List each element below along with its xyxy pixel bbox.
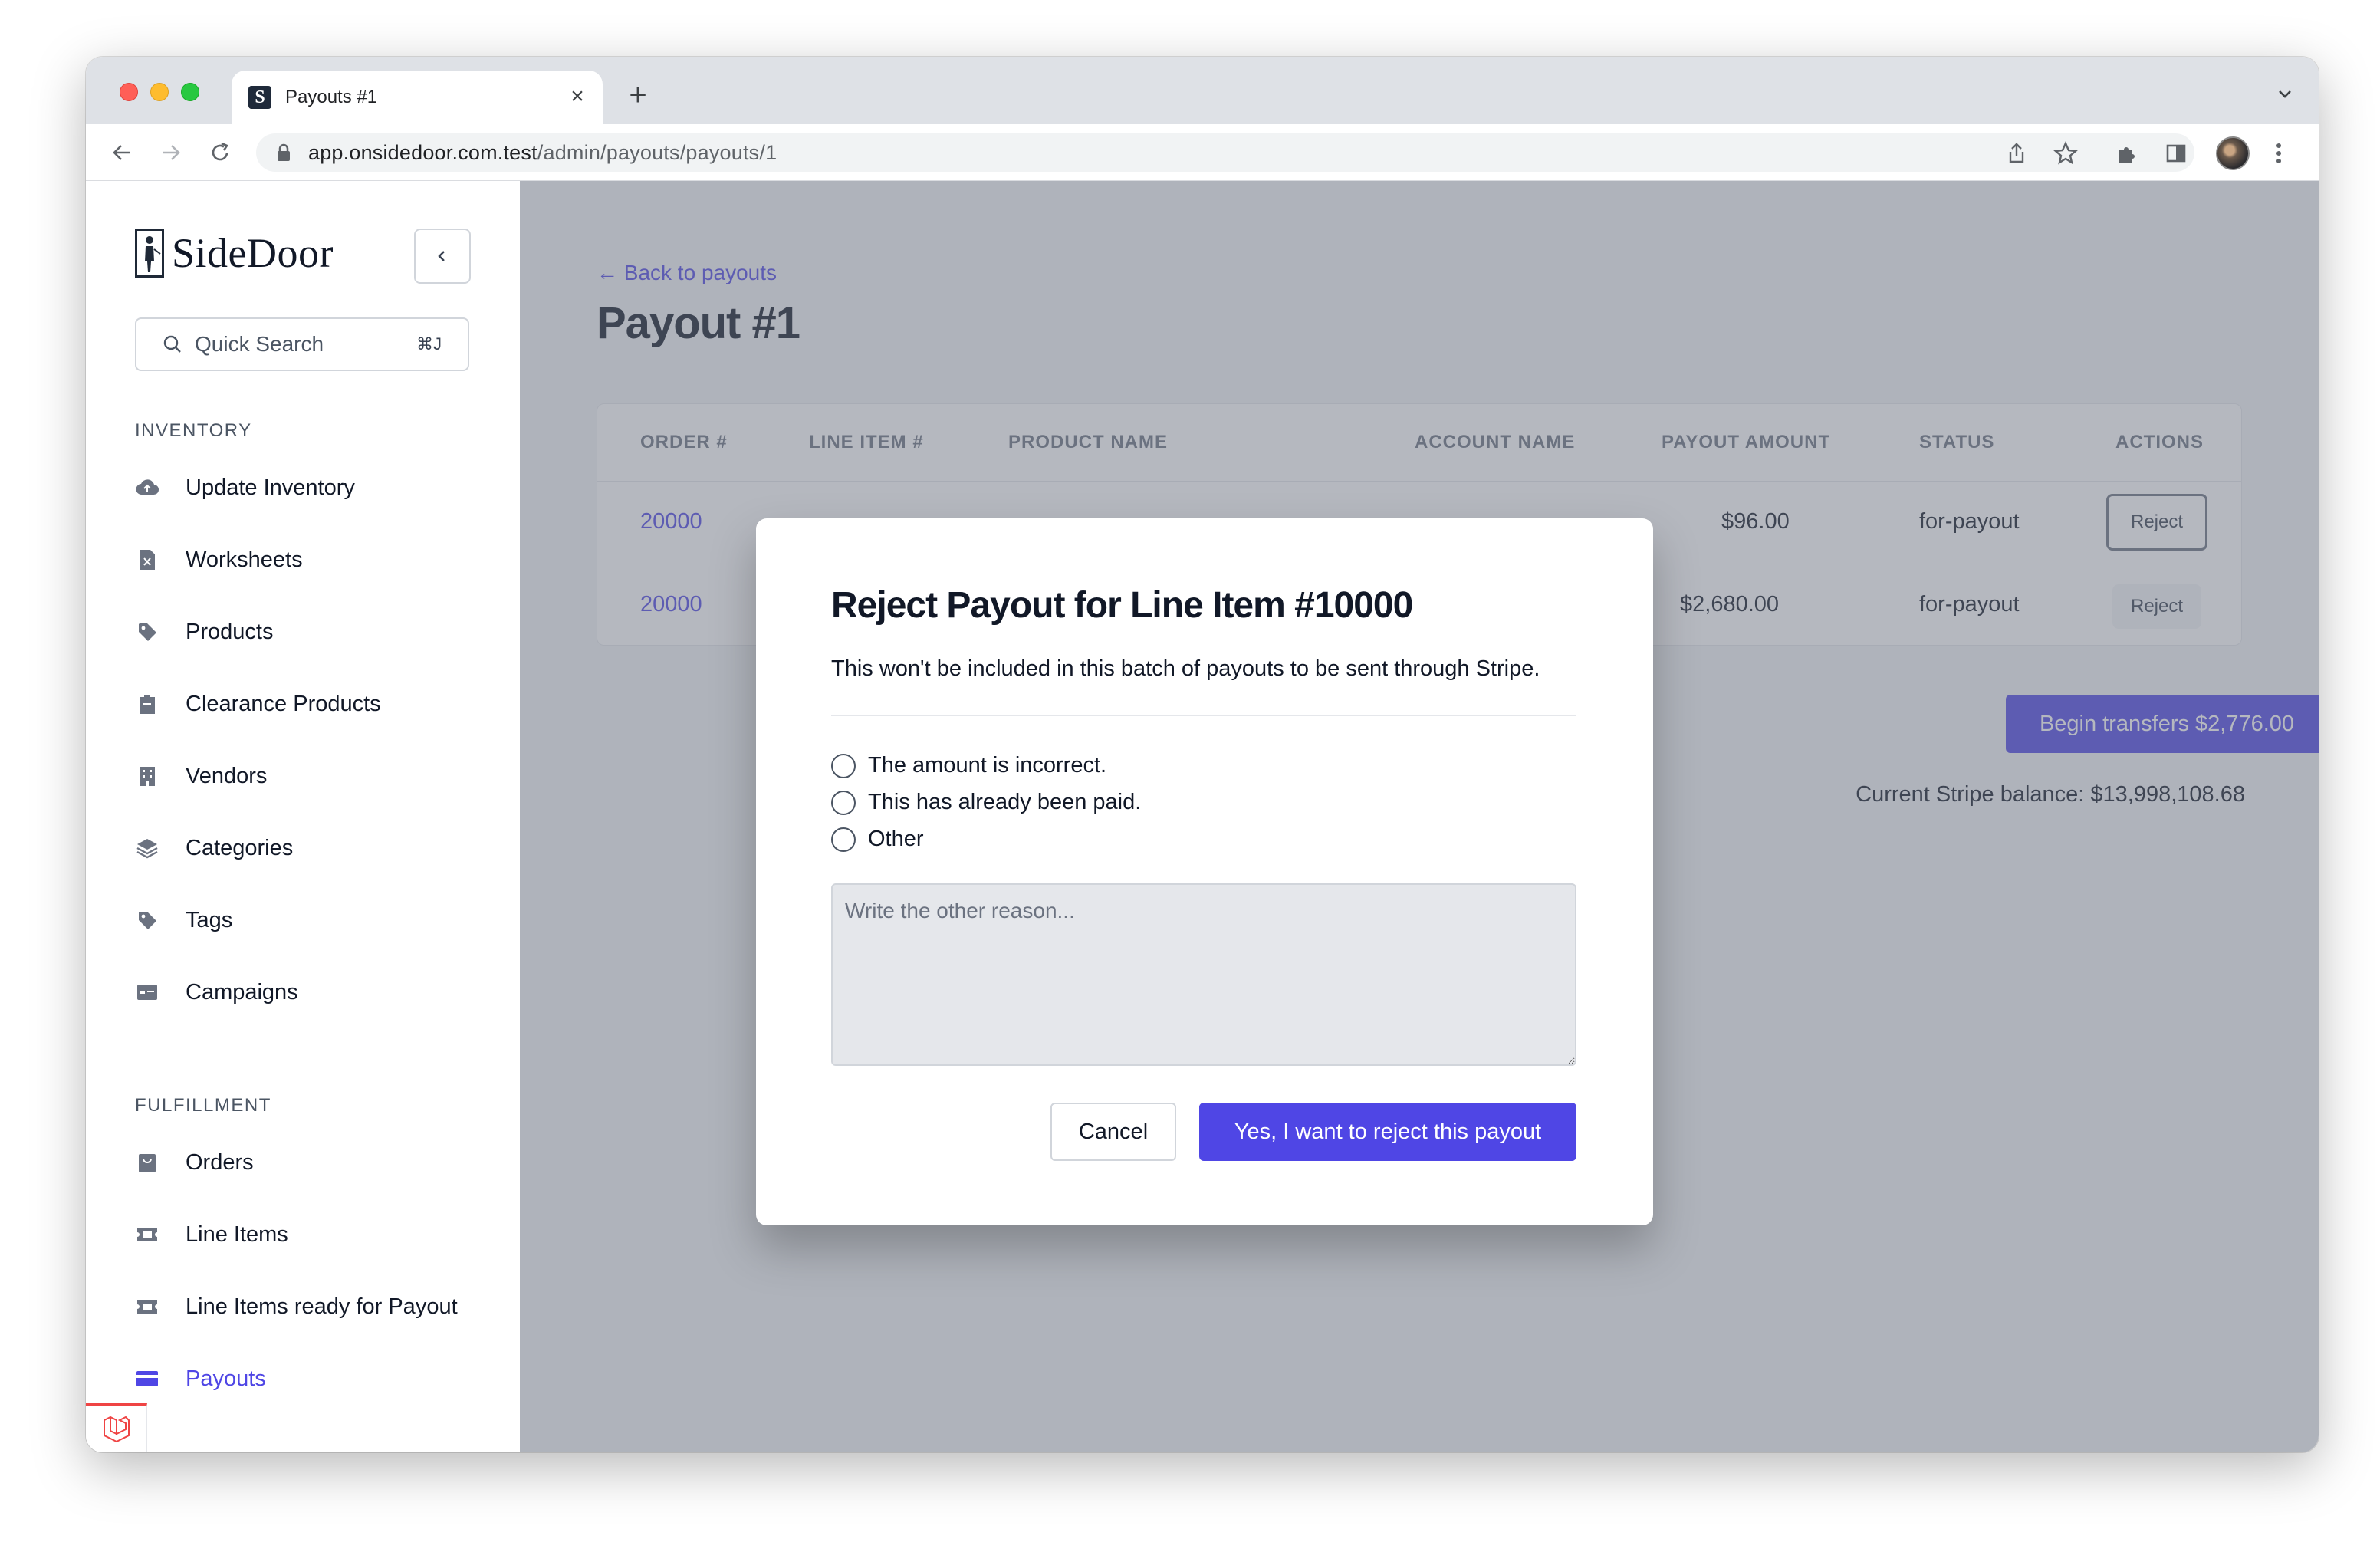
forward-arrow-icon[interactable]	[156, 138, 186, 167]
layers-icon	[135, 836, 159, 860]
sidebar-item-vendors[interactable]: Vendors	[135, 753, 267, 799]
address-bar[interactable]: app.onsidedoor.com.test/admin/payouts/pa…	[256, 133, 2194, 172]
radio-label: This has already been paid.	[868, 790, 1142, 814]
browser-tab[interactable]: S Payouts #1 ×	[232, 71, 603, 124]
new-tab-button[interactable]: +	[623, 80, 653, 112]
sidebar-item-label: Update Inventory	[186, 475, 355, 500]
sidedoor-logo[interactable]: SideDoor	[135, 229, 334, 278]
credit-card-icon	[135, 1366, 159, 1391]
modal-title: Reject Payout for Line Item #10000	[831, 585, 1413, 626]
sidebar-item-label: Line Items	[186, 1222, 288, 1247]
browser-tab-strip: S Payouts #1 × +	[86, 57, 2319, 124]
sidedoor-favicon-icon: S	[248, 86, 271, 109]
modal-description: This won't be included in this batch of …	[831, 656, 1540, 681]
cancel-button[interactable]: Cancel	[1050, 1103, 1176, 1161]
sidebar-item-clearance-products[interactable]: Clearance Products	[135, 681, 381, 727]
maximize-window-button[interactable]	[181, 83, 199, 101]
doorman-logo-icon	[135, 229, 164, 278]
sidebar-item-tags[interactable]: Tags	[135, 897, 232, 943]
browser-window: S Payouts #1 × + app.onsidedoor.com.test…	[86, 57, 2319, 1452]
sidebar-item-label: Line Items ready for Payout	[186, 1294, 458, 1319]
sidebar-item-label: Categories	[186, 835, 294, 860]
quick-search-shortcut: ⌘J	[416, 334, 442, 353]
sidebar-item-payouts[interactable]: Payouts	[135, 1356, 266, 1402]
tag-icon	[135, 908, 159, 932]
sidebar-item-label: Payouts	[186, 1366, 266, 1391]
reason-option-other[interactable]: Other	[831, 827, 924, 852]
reason-option-already-paid[interactable]: This has already been paid.	[831, 790, 1141, 815]
ticket-icon	[135, 1294, 159, 1319]
sidebar-item-update-inventory[interactable]: Update Inventory	[135, 465, 355, 511]
lock-icon	[276, 143, 291, 162]
confirm-reject-button[interactable]: Yes, I want to reject this payout	[1199, 1103, 1576, 1161]
sidebar-item-label: Orders	[186, 1149, 254, 1175]
side-panel-icon[interactable]	[2162, 140, 2190, 167]
extensions-puzzle-icon[interactable]	[2113, 140, 2141, 167]
radio-button[interactable]	[831, 827, 856, 852]
tab-close-icon[interactable]: ×	[566, 85, 589, 109]
sidebar-item-label: Products	[186, 619, 274, 644]
laravel-debug-badge[interactable]	[86, 1403, 147, 1452]
profile-avatar[interactable]	[2216, 136, 2250, 170]
sidebar-item-orders[interactable]: Orders	[135, 1139, 254, 1185]
reason-option-amount-incorrect[interactable]: The amount is incorrect.	[831, 753, 1106, 778]
id-card-icon	[135, 980, 159, 1005]
radio-label: The amount is incorrect.	[868, 753, 1107, 778]
other-reason-textarea[interactable]	[831, 883, 1576, 1066]
search-icon	[163, 335, 181, 353]
tag-icon	[135, 620, 159, 644]
cloud-upload-icon	[135, 475, 159, 500]
bookmark-star-icon[interactable]	[2052, 140, 2079, 167]
sidebar-item-label: Clearance Products	[186, 691, 381, 716]
reload-icon[interactable]	[205, 138, 235, 167]
minimize-window-button[interactable]	[150, 83, 169, 101]
url-text: app.onsidedoor.com.test/admin/payouts/pa…	[308, 141, 777, 165]
quick-search-label: Quick Search	[195, 332, 324, 356]
close-window-button[interactable]	[120, 83, 138, 101]
tab-title: Payouts #1	[285, 87, 378, 107]
radio-button[interactable]	[831, 790, 856, 815]
share-icon[interactable]	[2003, 140, 2030, 167]
divider	[831, 715, 1576, 716]
logo-text: SideDoor	[172, 230, 334, 276]
section-title-inventory: INVENTORY	[135, 420, 252, 441]
section-title-fulfillment: FULFILLMENT	[135, 1095, 271, 1116]
collapse-sidebar-button[interactable]	[414, 229, 471, 284]
ticket-icon	[135, 1222, 159, 1247]
shopping-bag-icon	[135, 1150, 159, 1175]
sidebar-item-label: Vendors	[186, 763, 268, 788]
sidebar-item-label: Campaigns	[186, 979, 298, 1005]
laravel-icon	[103, 1416, 130, 1443]
sidebar-item-line-items[interactable]: Line Items	[135, 1212, 288, 1258]
spreadsheet-icon	[135, 547, 159, 572]
radio-label: Other	[868, 827, 924, 851]
clipboard-icon	[135, 692, 159, 716]
url-host: app.onsidedoor.com.test	[308, 140, 537, 164]
chevron-left-icon	[438, 251, 445, 261]
url-path: /admin/payouts/payouts/1	[537, 140, 777, 164]
back-arrow-icon[interactable]	[107, 138, 136, 167]
sidebar-item-line-items-ready[interactable]: Line Items ready for Payout	[135, 1284, 458, 1330]
app-area: SideDoor Quick Search ⌘J INVENTORY Updat…	[86, 181, 2319, 1452]
reject-payout-modal: Reject Payout for Line Item #10000 This …	[756, 518, 1653, 1225]
sidebar-item-campaigns[interactable]: Campaigns	[135, 969, 298, 1015]
sidebar-item-categories[interactable]: Categories	[135, 825, 293, 871]
browser-toolbar: app.onsidedoor.com.test/admin/payouts/pa…	[86, 124, 2319, 181]
tab-search-chevron-icon[interactable]	[2274, 83, 2296, 104]
radio-button[interactable]	[831, 753, 856, 778]
sidebar-item-products[interactable]: Products	[135, 609, 273, 655]
more-vertical-icon[interactable]	[2265, 140, 2293, 167]
sidebar-item-label: Tags	[186, 907, 233, 932]
sidebar-item-label: Worksheets	[186, 547, 303, 572]
sidebar-item-worksheets[interactable]: Worksheets	[135, 537, 303, 583]
building-icon	[135, 764, 159, 788]
quick-search-input[interactable]: Quick Search ⌘J	[135, 317, 469, 371]
sidebar: SideDoor Quick Search ⌘J INVENTORY Updat…	[86, 181, 520, 1452]
